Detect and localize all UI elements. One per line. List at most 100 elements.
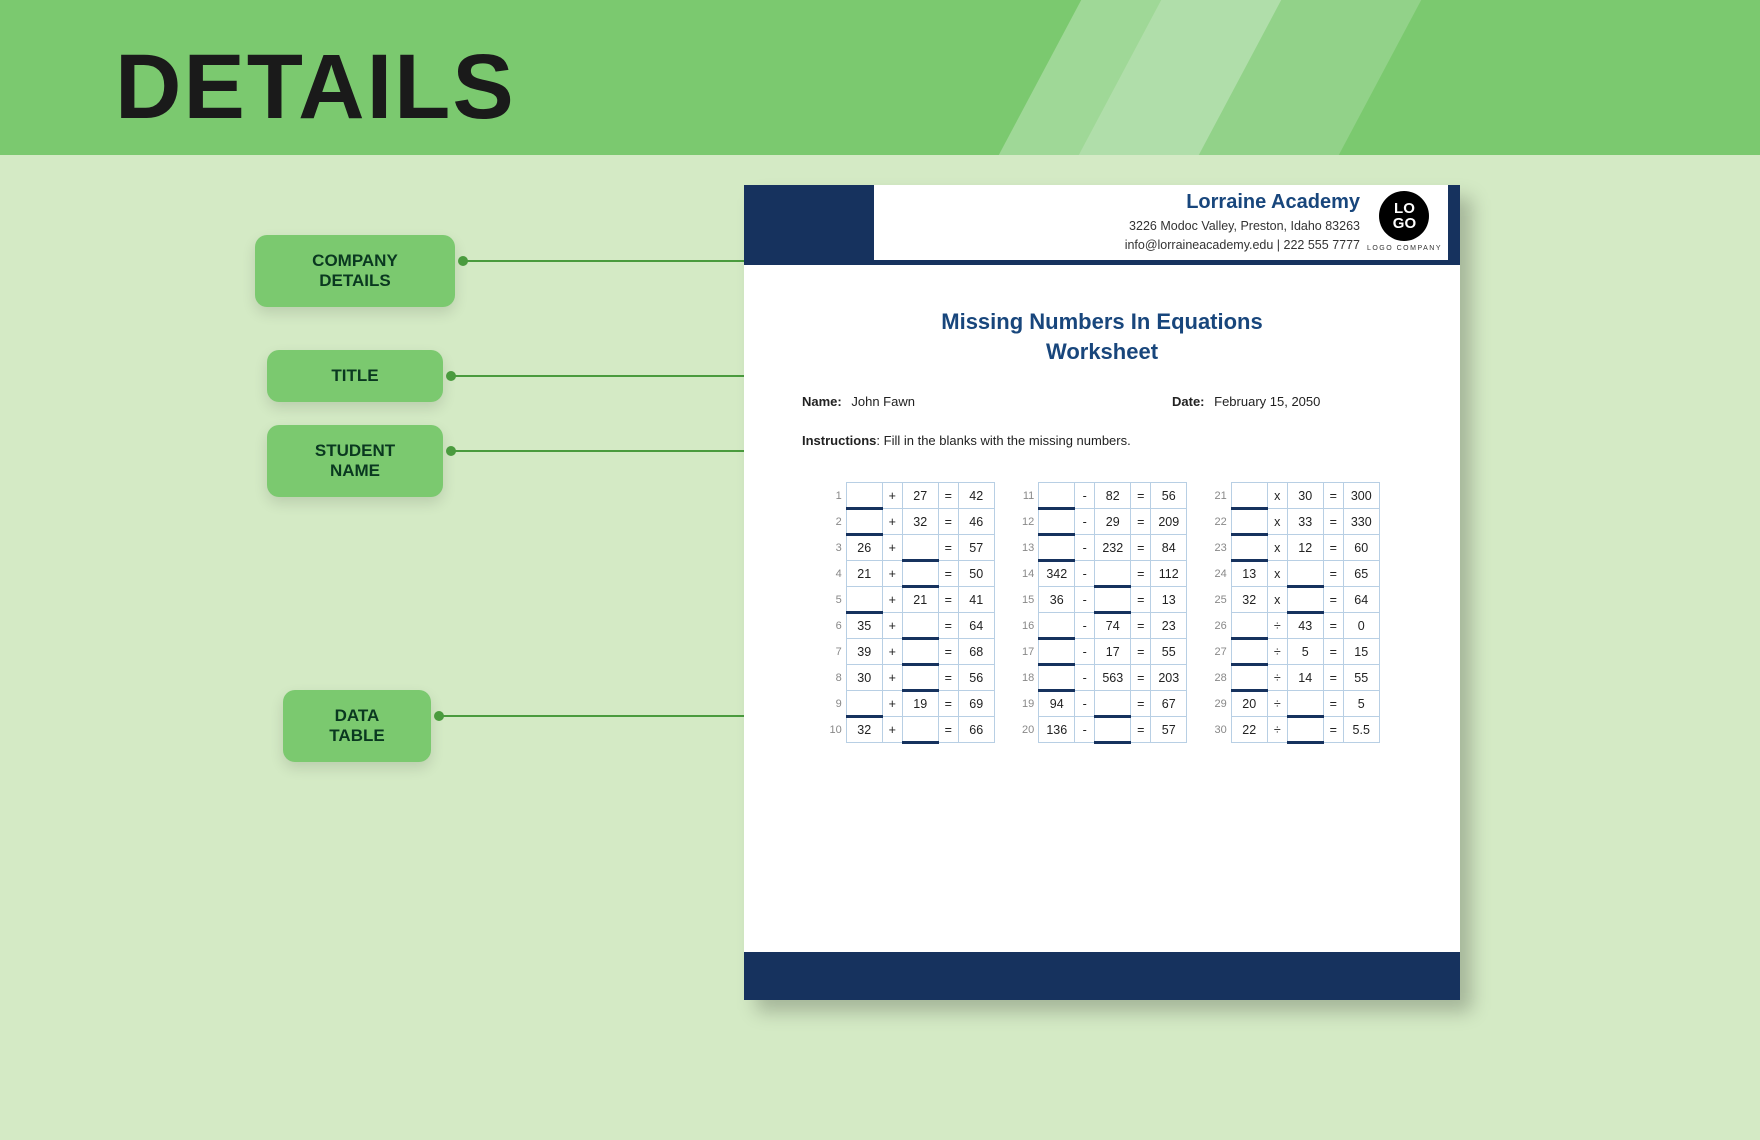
operator: ÷ <box>1267 613 1287 639</box>
table-row: 14342-=112 <box>1017 561 1187 587</box>
operand-b: 27 <box>902 483 938 509</box>
operand-b <box>1095 587 1131 613</box>
operator: - <box>1075 717 1095 743</box>
result: 64 <box>958 613 994 639</box>
meta-name: Name: John Fawn <box>802 394 1032 409</box>
result: 64 <box>1343 587 1379 613</box>
table-row: 1+27=42 <box>824 483 994 509</box>
operand-a <box>1231 613 1267 639</box>
operand-b <box>902 665 938 691</box>
row-index: 11 <box>1017 483 1039 509</box>
table-row: 421+=50 <box>824 561 994 587</box>
table-row: 1994-=67 <box>1017 691 1187 717</box>
table-row: 13-232=84 <box>1017 535 1187 561</box>
result: 41 <box>958 587 994 613</box>
result: 55 <box>1343 665 1379 691</box>
operand-a: 342 <box>1039 561 1075 587</box>
company-details: Lorraine Academy 3226 Modoc Valley, Pres… <box>1125 191 1360 255</box>
page-title: DETAILS <box>115 35 516 140</box>
equals-sign: = <box>1323 587 1343 613</box>
meta-date: Date: February 15, 2050 <box>1032 394 1402 409</box>
result: 330 <box>1343 509 1379 535</box>
operator: ÷ <box>1267 717 1287 743</box>
equals-sign: = <box>1323 509 1343 535</box>
result: 65 <box>1343 561 1379 587</box>
result: 5 <box>1343 691 1379 717</box>
operand-b <box>1287 691 1323 717</box>
row-index: 27 <box>1209 639 1231 665</box>
operand-b: 74 <box>1095 613 1131 639</box>
equals-sign: = <box>1131 561 1151 587</box>
operand-a <box>1039 639 1075 665</box>
equals-sign: = <box>1131 509 1151 535</box>
equals-sign: = <box>1323 613 1343 639</box>
label-student-name: STUDENT NAME <box>267 425 443 497</box>
row-index: 24 <box>1209 561 1231 587</box>
operand-a <box>1039 483 1075 509</box>
equals-sign: = <box>938 639 958 665</box>
operand-a <box>1231 639 1267 665</box>
operand-b: 12 <box>1287 535 1323 561</box>
table-row: 17-17=55 <box>1017 639 1187 665</box>
company-address: 3226 Modoc Valley, Preston, Idaho 83263 <box>1125 217 1360 236</box>
result: 68 <box>958 639 994 665</box>
equals-sign: = <box>938 535 958 561</box>
operator: x <box>1267 561 1287 587</box>
operand-a: 32 <box>846 717 882 743</box>
operator: ÷ <box>1267 665 1287 691</box>
table-row: 3022÷=5.5 <box>1209 717 1379 743</box>
operand-b <box>1287 587 1323 613</box>
operand-b: 43 <box>1287 613 1323 639</box>
table-row: 11-82=56 <box>1017 483 1187 509</box>
operand-b <box>1287 561 1323 587</box>
table-row: 326+=57 <box>824 535 994 561</box>
result: 55 <box>1151 639 1187 665</box>
row-index: 14 <box>1017 561 1039 587</box>
operand-a: 22 <box>1231 717 1267 743</box>
doc-footer-bar <box>744 952 1460 1000</box>
equation-table: 11-82=5612-29=20913-232=8414342-=1121536… <box>1017 482 1188 744</box>
operator: - <box>1075 535 1095 561</box>
row-index: 26 <box>1209 613 1231 639</box>
operand-b <box>902 639 938 665</box>
operand-a <box>846 483 882 509</box>
operator: x <box>1267 587 1287 613</box>
equals-sign: = <box>938 665 958 691</box>
row-index: 1 <box>824 483 846 509</box>
operand-a: 35 <box>846 613 882 639</box>
operator: + <box>882 665 902 691</box>
equals-sign: = <box>1131 587 1151 613</box>
operand-a: 20 <box>1231 691 1267 717</box>
table-row: 5+21=41 <box>824 587 994 613</box>
operand-a: 36 <box>1039 587 1075 613</box>
company-name: Lorraine Academy <box>1125 191 1360 214</box>
operand-b <box>1287 717 1323 743</box>
equals-sign: = <box>1323 535 1343 561</box>
result: 84 <box>1151 535 1187 561</box>
row-index: 30 <box>1209 717 1231 743</box>
operand-a: 13 <box>1231 561 1267 587</box>
row-index: 25 <box>1209 587 1231 613</box>
result: 46 <box>958 509 994 535</box>
equals-sign: = <box>938 561 958 587</box>
instructions-label: Instructions <box>802 433 876 448</box>
operand-a: 30 <box>846 665 882 691</box>
operator: - <box>1075 587 1095 613</box>
logo-line2: GO <box>1393 216 1416 231</box>
table-row: 12-29=209 <box>1017 509 1187 535</box>
operand-a <box>1231 483 1267 509</box>
operand-b <box>902 535 938 561</box>
row-index: 22 <box>1209 509 1231 535</box>
operator: - <box>1075 639 1095 665</box>
operand-a <box>1039 613 1075 639</box>
operand-a <box>1231 665 1267 691</box>
row-index: 6 <box>824 613 846 639</box>
row-index: 17 <box>1017 639 1039 665</box>
date-value: February 15, 2050 <box>1214 394 1320 409</box>
row-index: 3 <box>824 535 846 561</box>
operand-a <box>846 509 882 535</box>
operator: ÷ <box>1267 639 1287 665</box>
table-row: 1536-=13 <box>1017 587 1187 613</box>
operator: + <box>882 535 902 561</box>
table-row: 2532x=64 <box>1209 587 1379 613</box>
